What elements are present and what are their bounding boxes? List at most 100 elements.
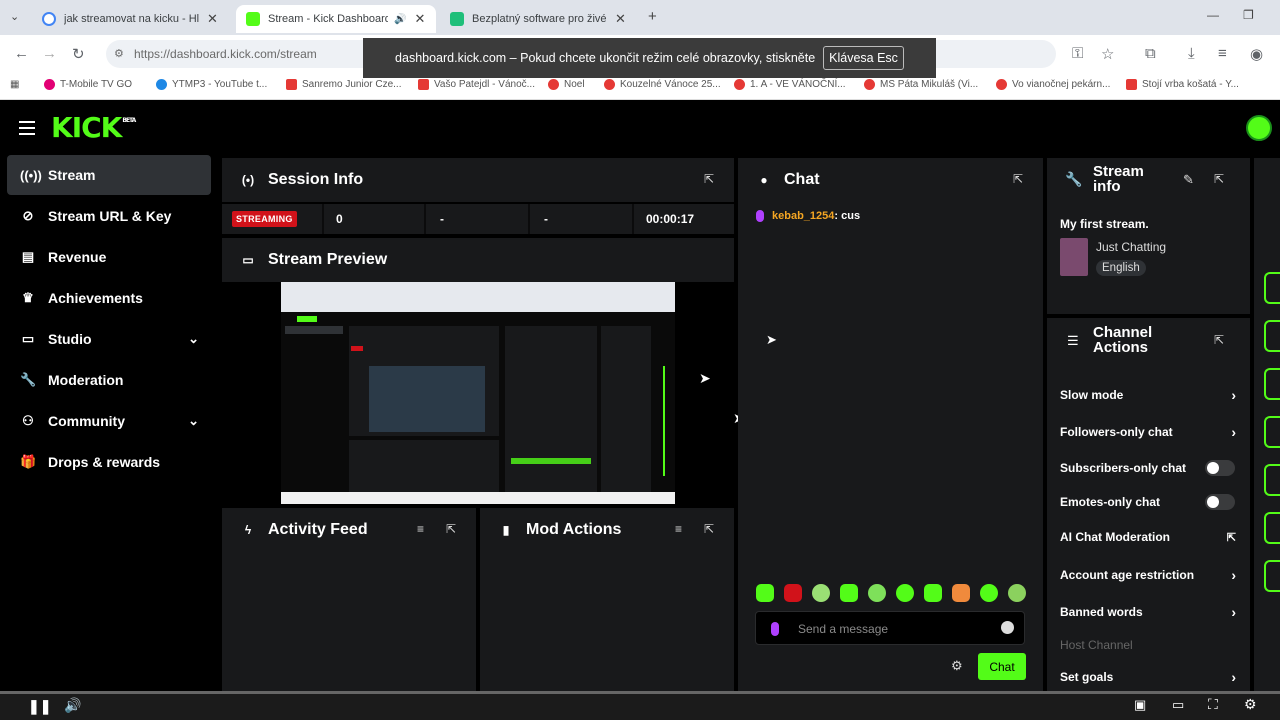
studio-icon: ▭ bbox=[21, 331, 35, 346]
sidebar-item-stream-url-key[interactable]: ⊘ Stream URL & Key bbox=[7, 196, 211, 236]
video-progress-bar[interactable] bbox=[0, 691, 1280, 694]
subscribers-only-toggle[interactable] bbox=[1205, 460, 1235, 476]
quick-action-button[interactable] bbox=[1264, 368, 1280, 400]
esc-key-hint[interactable]: Klávesa Esc bbox=[823, 46, 904, 70]
browser-tab-active[interactable]: Stream - Kick Dashboard 🔊 ✕ bbox=[236, 5, 436, 33]
panel-title: Mod Actions bbox=[526, 521, 622, 538]
ai-moderation-row[interactable]: AI Chat Moderation ⇱ bbox=[1060, 526, 1236, 548]
sidebar-item-moderation[interactable]: 🔧 Moderation bbox=[7, 360, 211, 400]
bookmark[interactable]: Sanremo Junior Cze... bbox=[286, 79, 402, 90]
bookmark[interactable]: Stojí vrba košatá - Y... bbox=[1126, 79, 1239, 90]
quick-action-button[interactable] bbox=[1264, 272, 1280, 304]
close-icon[interactable]: ✕ bbox=[207, 11, 218, 27]
browser-tab[interactable]: jak streamovat na kicku - Hledá ✕ bbox=[32, 5, 232, 33]
quick-action-button[interactable] bbox=[1264, 464, 1280, 496]
set-goals-row[interactable]: Set goals › bbox=[1060, 666, 1236, 688]
popout-icon[interactable]: ⇱ bbox=[1214, 333, 1224, 347]
chat-icon: ● bbox=[760, 173, 768, 187]
back-icon[interactable]: ← bbox=[14, 45, 29, 62]
edit-icon[interactable]: ✎ bbox=[1183, 172, 1194, 188]
emote-icon[interactable] bbox=[784, 584, 802, 602]
sidebar-item-achievements[interactable]: ♛ Achievements bbox=[7, 278, 211, 318]
chat-username[interactable]: kebab_1254 bbox=[772, 210, 834, 222]
close-icon[interactable]: ✕ bbox=[414, 11, 425, 27]
media-icon[interactable]: ≡ bbox=[1218, 45, 1227, 62]
host-channel-row: Host Channel bbox=[1060, 638, 1133, 652]
emote-icon[interactable] bbox=[868, 584, 886, 602]
chevron-right-icon: › bbox=[1231, 669, 1236, 685]
category-name[interactable]: Just Chatting bbox=[1096, 240, 1166, 254]
emote-icon[interactable] bbox=[952, 584, 970, 602]
star-icon[interactable]: ☆ bbox=[1101, 45, 1114, 63]
emote-icon[interactable] bbox=[840, 584, 858, 602]
quick-action-button[interactable] bbox=[1264, 560, 1280, 592]
quick-action-button[interactable] bbox=[1264, 320, 1280, 352]
banned-words-row[interactable]: Banned words › bbox=[1060, 601, 1236, 623]
emote-icon[interactable] bbox=[812, 584, 830, 602]
sidebar-item-revenue[interactable]: ▤ Revenue bbox=[7, 237, 211, 277]
menu-icon[interactable] bbox=[19, 121, 35, 135]
chat-settings-icon[interactable]: ⚙ bbox=[951, 658, 963, 674]
subtitles-icon[interactable]: ▣ bbox=[1134, 697, 1146, 713]
quick-action-button[interactable] bbox=[1264, 416, 1280, 448]
tab-search-icon[interactable]: ⌄ bbox=[10, 10, 19, 23]
reload-icon[interactable]: ↻ bbox=[72, 45, 85, 63]
download-icon[interactable]: ⤓ bbox=[1188, 45, 1195, 62]
pause-icon[interactable]: ❚❚ bbox=[28, 698, 51, 715]
account-age-row[interactable]: Account age restriction › bbox=[1060, 564, 1236, 586]
popout-icon[interactable]: ⇱ bbox=[704, 172, 714, 186]
sidebar-item-drops-rewards[interactable]: 🎁 Drops & rewards bbox=[7, 442, 211, 482]
emote-icon[interactable] bbox=[924, 584, 942, 602]
bookmark[interactable]: YTMP3 - YouTube t... bbox=[156, 79, 267, 90]
close-icon[interactable]: ✕ bbox=[615, 11, 626, 27]
filter-icon[interactable]: ≡ bbox=[675, 522, 682, 536]
emote-icon[interactable] bbox=[980, 584, 998, 602]
fullscreen-icon[interactable]: ⛶ bbox=[1208, 696, 1218, 713]
followers-only-row[interactable]: Followers-only chat › bbox=[1060, 421, 1236, 443]
apps-icon[interactable]: ▦ bbox=[10, 79, 19, 90]
user-avatar[interactable] bbox=[1246, 115, 1272, 141]
popout-icon[interactable]: ⇱ bbox=[1214, 172, 1224, 186]
speaker-icon[interactable]: 🔊 bbox=[394, 14, 406, 25]
new-tab-icon[interactable]: + bbox=[648, 8, 657, 25]
browser-tab[interactable]: Bezplatný software pro živé str ✕ bbox=[440, 5, 640, 33]
site-info-icon[interactable]: ⚙ bbox=[114, 40, 124, 68]
volume-icon[interactable]: 🔊 bbox=[64, 697, 81, 714]
filter-icon[interactable]: ≡ bbox=[417, 522, 424, 536]
emoji-icon[interactable] bbox=[1001, 621, 1014, 634]
forward-icon[interactable]: → bbox=[42, 45, 57, 62]
bookmark[interactable]: Noel bbox=[548, 79, 585, 90]
settings-icon[interactable]: ⚙ bbox=[1244, 696, 1257, 713]
sidebar-item-stream[interactable]: ((•)) Stream bbox=[7, 155, 211, 195]
theater-icon[interactable]: ▭ bbox=[1172, 697, 1184, 713]
broadcast-icon: ((•)) bbox=[20, 167, 42, 183]
bookmark[interactable]: Vo vianočnej pekárn... bbox=[996, 79, 1110, 90]
emote-icon[interactable] bbox=[896, 584, 914, 602]
sidebar-item-studio[interactable]: ▭ Studio ⌄ bbox=[7, 319, 211, 359]
chat-send-button[interactable]: Chat bbox=[978, 653, 1026, 680]
emotes-only-toggle[interactable] bbox=[1205, 494, 1235, 510]
preview-video[interactable] bbox=[281, 282, 675, 504]
chat-input[interactable]: Send a message bbox=[755, 611, 1025, 645]
sidebar-item-community[interactable]: ⚇ Community ⌄ bbox=[7, 401, 211, 441]
tab-title: Stream - Kick Dashboard bbox=[268, 13, 388, 25]
emote-icon[interactable] bbox=[1008, 584, 1026, 602]
kick-logo[interactable]: KICKBETA bbox=[51, 111, 136, 144]
slow-mode-row[interactable]: Slow mode › bbox=[1060, 384, 1236, 406]
emote-icon[interactable] bbox=[756, 584, 774, 602]
bookmark[interactable]: T-Mobile TV GO bbox=[44, 79, 132, 90]
bookmark[interactable]: Vašo Patejdl - Vánoč... bbox=[418, 79, 535, 90]
profile-icon[interactable]: ◉ bbox=[1250, 45, 1263, 63]
bookmark[interactable]: MS Páta Mikuláš (Vi... bbox=[864, 79, 978, 90]
bookmark[interactable]: Kouzelné Vánoce 25... bbox=[604, 79, 721, 90]
quick-actions-rail bbox=[1254, 158, 1280, 692]
popout-icon[interactable]: ⇱ bbox=[1013, 172, 1023, 186]
key-icon[interactable]: ⚿ bbox=[1072, 45, 1083, 62]
restore-icon[interactable]: ❐ bbox=[1243, 8, 1254, 22]
minimize-icon[interactable]: — bbox=[1207, 8, 1219, 22]
bookmark[interactable]: 1. A - VE VÁNOČNÍ... bbox=[734, 79, 846, 90]
extensions-icon[interactable]: ⧉ bbox=[1145, 45, 1156, 62]
quick-action-button[interactable] bbox=[1264, 512, 1280, 544]
popout-icon[interactable]: ⇱ bbox=[704, 522, 714, 536]
popout-icon[interactable]: ⇱ bbox=[446, 522, 456, 536]
